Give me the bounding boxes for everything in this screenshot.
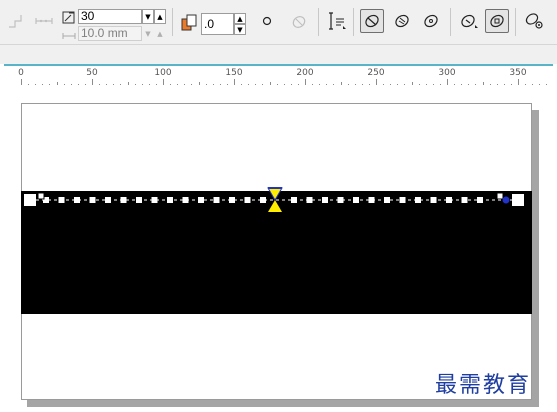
path-end-node[interactable] [512,194,524,206]
path-node[interactable] [461,197,468,203]
path-node[interactable] [182,197,189,203]
path-node[interactable] [399,197,406,203]
path-node[interactable] [198,197,204,203]
path-node[interactable] [446,197,452,203]
midpoint-marker-bottom[interactable] [268,200,282,212]
path-node[interactable] [477,197,483,203]
path-node[interactable] [368,197,375,203]
path-node[interactable] [415,197,421,203]
path-node[interactable] [167,197,173,203]
path-node[interactable] [322,197,328,203]
path-node[interactable] [89,197,96,203]
path-node[interactable] [306,197,313,203]
path-node[interactable] [74,197,80,203]
path-node[interactable] [120,197,127,203]
path-node[interactable] [260,197,266,203]
selected-path-overlay [24,187,524,212]
watermark-text: 最需教育 [435,373,532,398]
midpoint-marker-top[interactable] [267,187,283,201]
path-start-node[interactable] [24,194,36,206]
path-node[interactable] [353,197,359,203]
start-handle-marker[interactable] [37,192,45,200]
path-node[interactable] [58,197,65,203]
path-node[interactable] [384,197,390,203]
path-node[interactable] [244,197,251,203]
path-node[interactable] [229,197,235,203]
path-node[interactable] [136,197,142,203]
path-node[interactable] [337,197,344,203]
path-nodes-group [43,197,483,203]
path-node[interactable] [291,197,297,203]
path-node[interactable] [430,197,437,203]
end-handle-marker[interactable] [496,192,504,200]
path-node[interactable] [213,197,220,203]
end-control-handle[interactable] [502,196,510,204]
path-node[interactable] [105,197,111,203]
path-node[interactable] [151,197,158,203]
